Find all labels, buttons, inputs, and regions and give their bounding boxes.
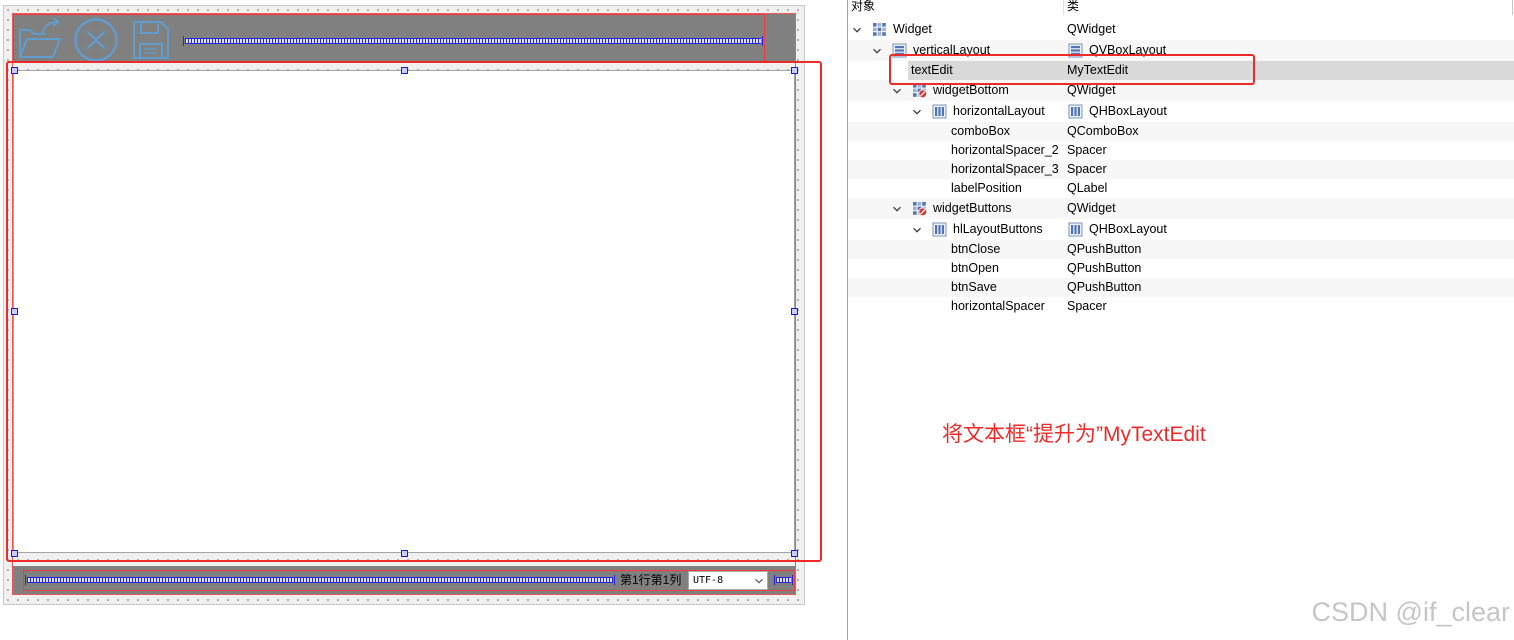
object-name: comboBox (951, 124, 1011, 138)
object-name: Widget (893, 22, 932, 36)
class-name: QHBoxLayout (1089, 222, 1167, 236)
open-button[interactable] (17, 17, 63, 61)
class-name: QPushButton (1067, 280, 1142, 294)
horizontal-spacer-3[interactable] (774, 575, 793, 585)
chevron-down-icon[interactable] (912, 225, 922, 235)
annotation-highlight-row (889, 54, 1255, 85)
encoding-combo-value: UTF-8 (693, 575, 724, 586)
class-name: QWidget (1067, 201, 1116, 215)
object-name: btnOpen (951, 261, 999, 275)
class-name: QPushButton (1067, 261, 1142, 275)
header-divider (1063, 0, 1064, 15)
tree-row-combo-box[interactable]: comboBox QComboBox (848, 122, 1514, 141)
chevron-down-icon[interactable] (892, 204, 902, 214)
object-name: btnSave (951, 280, 997, 294)
tree-row-horizontal-spacer[interactable]: horizontalSpacer Spacer (848, 297, 1514, 316)
label-position[interactable]: 第1行第1列 (620, 566, 681, 594)
object-name: hlLayoutButtons (953, 222, 1043, 236)
header-class: 类 (1067, 0, 1080, 13)
object-name: horizontalSpacer_2 (951, 143, 1059, 157)
object-name: horizontalSpacer_3 (951, 162, 1059, 176)
annotation-highlight-textedit (6, 61, 822, 562)
object-name: horizontalLayout (953, 104, 1045, 118)
close-button[interactable] (73, 18, 119, 62)
class-name: QLabel (1067, 181, 1108, 195)
header-end-divider (1512, 0, 1513, 15)
horizontal-layout-icon (1068, 222, 1083, 237)
class-name: Spacer (1067, 143, 1107, 157)
widget-no-layout-icon (912, 83, 928, 99)
horizontal-layout-icon (932, 222, 947, 237)
object-name: widgetButtons (933, 201, 1012, 215)
widget-grid-icon (872, 22, 887, 37)
tree-row-hl-layout-buttons[interactable]: hlLayoutButtons QHBoxLayout (848, 219, 1514, 240)
tree-row-widget[interactable]: Widget QWidget (848, 19, 1514, 40)
horizontal-spacer[interactable] (183, 36, 763, 46)
class-name: QPushButton (1067, 242, 1142, 256)
chevron-down-icon[interactable] (852, 25, 862, 35)
object-name: labelPosition (951, 181, 1022, 195)
tree-row-label-position[interactable]: labelPosition QLabel (848, 179, 1514, 198)
tree-row-widget-buttons[interactable]: widgetButtons QWidget (848, 198, 1514, 219)
widget-buttons[interactable] (13, 14, 795, 63)
object-inspector: 对象 类 Widget QWidget verticalLayout QVBoxLay… (848, 0, 1514, 640)
class-name: Spacer (1067, 299, 1107, 313)
horizontal-spacer-2[interactable] (25, 575, 615, 585)
object-name: horizontalSpacer (951, 299, 1045, 313)
save-button[interactable] (131, 19, 171, 61)
class-name: Spacer (1067, 162, 1107, 176)
watermark: CSDN @if_clear (1311, 597, 1510, 627)
header-object: 对象 (851, 0, 876, 13)
chevron-down-icon[interactable] (892, 86, 902, 96)
chevron-down-icon[interactable] (912, 107, 922, 117)
tree-row-horizontal-layout[interactable]: horizontalLayout QHBoxLayout (848, 101, 1514, 122)
object-name: btnClose (951, 242, 1001, 256)
annotation-text: 将文本框“提升为”MyTextEdit (942, 423, 1206, 446)
horizontal-layout-icon (1068, 104, 1083, 119)
class-name: QWidget (1067, 22, 1116, 36)
tree-row-horizontal-spacer-2[interactable]: horizontalSpacer_2 Spacer (848, 141, 1514, 160)
chevron-down-icon[interactable] (754, 576, 764, 586)
inspector-header: 对象 类 (848, 0, 1514, 15)
widget-no-layout-icon (912, 201, 928, 217)
tree-row-horizontal-spacer-3[interactable]: horizontalSpacer_3 Spacer (848, 160, 1514, 179)
chevron-down-icon[interactable] (872, 46, 882, 56)
tree-row-btn-close[interactable]: btnClose QPushButton (848, 240, 1514, 259)
widget-bottom[interactable]: 第1行第1列 UTF-8 (13, 566, 795, 594)
encoding-combo-box[interactable]: UTF-8 (688, 571, 768, 590)
tree-row-btn-open[interactable]: btnOpen QPushButton (848, 259, 1514, 278)
horizontal-layout-icon (932, 104, 947, 119)
class-name: QHBoxLayout (1089, 104, 1167, 118)
class-name: QComboBox (1067, 124, 1139, 138)
tree-row-btn-save[interactable]: btnSave QPushButton (848, 278, 1514, 297)
